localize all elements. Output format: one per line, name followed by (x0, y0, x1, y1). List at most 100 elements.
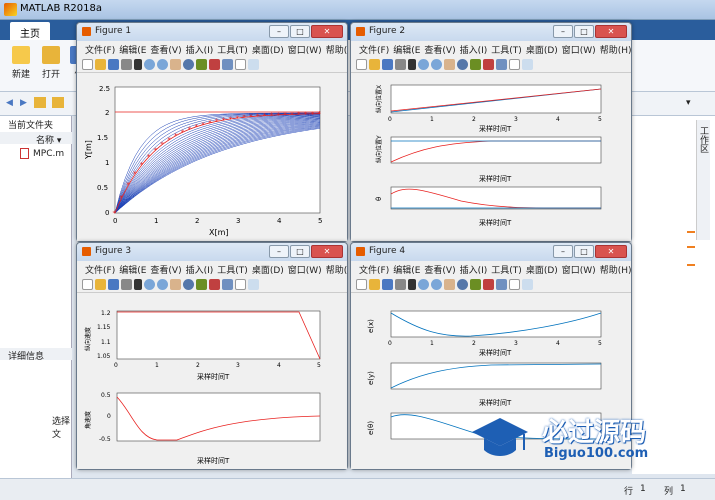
print-icon[interactable] (395, 59, 406, 70)
link-icon[interactable] (222, 59, 233, 70)
menu-tools[interactable]: 工具(T) (217, 46, 248, 56)
legend-icon[interactable] (248, 279, 259, 290)
open-button[interactable]: 打开 (36, 44, 66, 88)
menu-view[interactable]: 查看(V) (424, 266, 455, 276)
menu-desktop[interactable]: 桌面(D) (526, 266, 558, 276)
menu-window[interactable]: 窗口(W) (562, 266, 596, 276)
legend-icon[interactable] (248, 59, 259, 70)
rotate-icon[interactable] (183, 279, 194, 290)
rotate-icon[interactable] (183, 59, 194, 70)
colorbar-icon[interactable] (235, 59, 246, 70)
zoom-out-icon[interactable] (431, 59, 442, 70)
brush-icon[interactable] (483, 59, 494, 70)
pan-icon[interactable] (444, 279, 455, 290)
brush-icon[interactable] (209, 59, 220, 70)
minimize-button[interactable]: – (553, 245, 573, 258)
new-figure-icon[interactable] (356, 59, 367, 70)
menu-help[interactable]: 帮助(H) (600, 266, 631, 276)
open-icon[interactable] (369, 279, 380, 290)
zoom-out-icon[interactable] (431, 279, 442, 290)
colorbar-icon[interactable] (509, 279, 520, 290)
save-icon[interactable] (108, 279, 119, 290)
browse-icon[interactable] (52, 97, 64, 108)
new-figure-icon[interactable] (82, 59, 93, 70)
menu-tools[interactable]: 工具(T) (217, 266, 248, 276)
menu-file[interactable]: 文件(F) (85, 46, 115, 56)
menu-file[interactable]: 文件(F) (359, 266, 389, 276)
pointer-icon[interactable] (134, 279, 142, 290)
datacursor-icon[interactable] (470, 59, 481, 70)
open-icon[interactable] (95, 59, 106, 70)
folder-up-icon[interactable] (34, 97, 46, 108)
menu-tools[interactable]: 工具(T) (491, 266, 522, 276)
menu-insert[interactable]: 插入(I) (460, 46, 488, 56)
close-button[interactable]: ✕ (311, 25, 343, 38)
new-figure-icon[interactable] (82, 279, 93, 290)
zoom-in-icon[interactable] (144, 59, 155, 70)
menu-desktop[interactable]: 桌面(D) (252, 46, 284, 56)
menu-view[interactable]: 查看(V) (150, 266, 181, 276)
menu-edit[interactable]: 编辑(E (393, 266, 420, 276)
close-button[interactable]: ✕ (595, 245, 627, 258)
zoom-out-icon[interactable] (157, 279, 168, 290)
open-icon[interactable] (369, 59, 380, 70)
workspace-tab[interactable]: 工作区 (696, 120, 710, 240)
zoom-in-icon[interactable] (418, 59, 429, 70)
print-icon[interactable] (121, 59, 132, 70)
menu-edit[interactable]: 编辑(E (119, 266, 146, 276)
menu-desktop[interactable]: 桌面(D) (252, 266, 284, 276)
pan-icon[interactable] (170, 279, 181, 290)
maximize-button[interactable]: □ (290, 25, 310, 38)
minimize-button[interactable]: – (553, 25, 573, 38)
new-button[interactable]: 新建 (6, 44, 36, 88)
figure-2-window[interactable]: Figure 2 – □ ✕ 文件(F) 编辑(E 查看(V) 插入(I) 工具(T) 桌面(… (350, 22, 632, 242)
menu-file[interactable]: 文件(F) (359, 46, 389, 56)
back-icon[interactable]: ◀ (6, 98, 13, 108)
menu-insert[interactable]: 插入(I) (186, 266, 214, 276)
figure-3-window[interactable]: Figure 3 – □ ✕ 文件(F) 编辑(E 查看(V) 插入(I) 工具(T) 桌面(… (76, 242, 348, 470)
pointer-icon[interactable] (134, 59, 142, 70)
legend-icon[interactable] (522, 59, 533, 70)
menu-help[interactable]: 帮助(H) (326, 46, 347, 56)
link-icon[interactable] (222, 279, 233, 290)
close-button[interactable]: ✕ (311, 245, 343, 258)
menu-window[interactable]: 窗口(W) (288, 46, 322, 56)
minimize-button[interactable]: – (269, 25, 289, 38)
menu-edit[interactable]: 编辑(E (393, 46, 420, 56)
zoom-in-icon[interactable] (418, 279, 429, 290)
pan-icon[interactable] (170, 59, 181, 70)
link-icon[interactable] (496, 59, 507, 70)
minimize-button[interactable]: – (269, 245, 289, 258)
menu-view[interactable]: 查看(V) (424, 46, 455, 56)
menu-desktop[interactable]: 桌面(D) (526, 46, 558, 56)
zoom-out-icon[interactable] (157, 59, 168, 70)
datacursor-icon[interactable] (196, 279, 207, 290)
forward-icon[interactable]: ▶ (20, 98, 27, 108)
name-column-header[interactable]: 名称 ▾ (36, 133, 61, 146)
menu-window[interactable]: 窗口(W) (288, 266, 322, 276)
tab-home[interactable]: 主页 (10, 22, 50, 40)
maximize-button[interactable]: □ (574, 245, 594, 258)
brush-icon[interactable] (209, 279, 220, 290)
print-icon[interactable] (121, 279, 132, 290)
datacursor-icon[interactable] (470, 279, 481, 290)
menu-view[interactable]: 查看(V) (150, 46, 181, 56)
legend-icon[interactable] (522, 279, 533, 290)
datacursor-icon[interactable] (196, 59, 207, 70)
print-icon[interactable] (395, 279, 406, 290)
pointer-icon[interactable] (408, 59, 416, 70)
figure-1-window[interactable]: Figure 1 – □ ✕ 文件(F) 编辑(E 查看(V) 插入(I) 工具(T) 桌面(… (76, 22, 348, 242)
zoom-in-icon[interactable] (144, 279, 155, 290)
menu-window[interactable]: 窗口(W) (562, 46, 596, 56)
save-icon[interactable] (382, 59, 393, 70)
pointer-icon[interactable] (408, 279, 416, 290)
menu-help[interactable]: 帮助(H) (326, 266, 347, 276)
menu-insert[interactable]: 插入(I) (460, 266, 488, 276)
menu-edit[interactable]: 编辑(E (119, 46, 146, 56)
maximize-button[interactable]: □ (574, 25, 594, 38)
save-icon[interactable] (108, 59, 119, 70)
link-icon[interactable] (496, 279, 507, 290)
dropdown-icon[interactable]: ▾ (686, 98, 691, 108)
menu-file[interactable]: 文件(F) (85, 266, 115, 276)
new-figure-icon[interactable] (356, 279, 367, 290)
